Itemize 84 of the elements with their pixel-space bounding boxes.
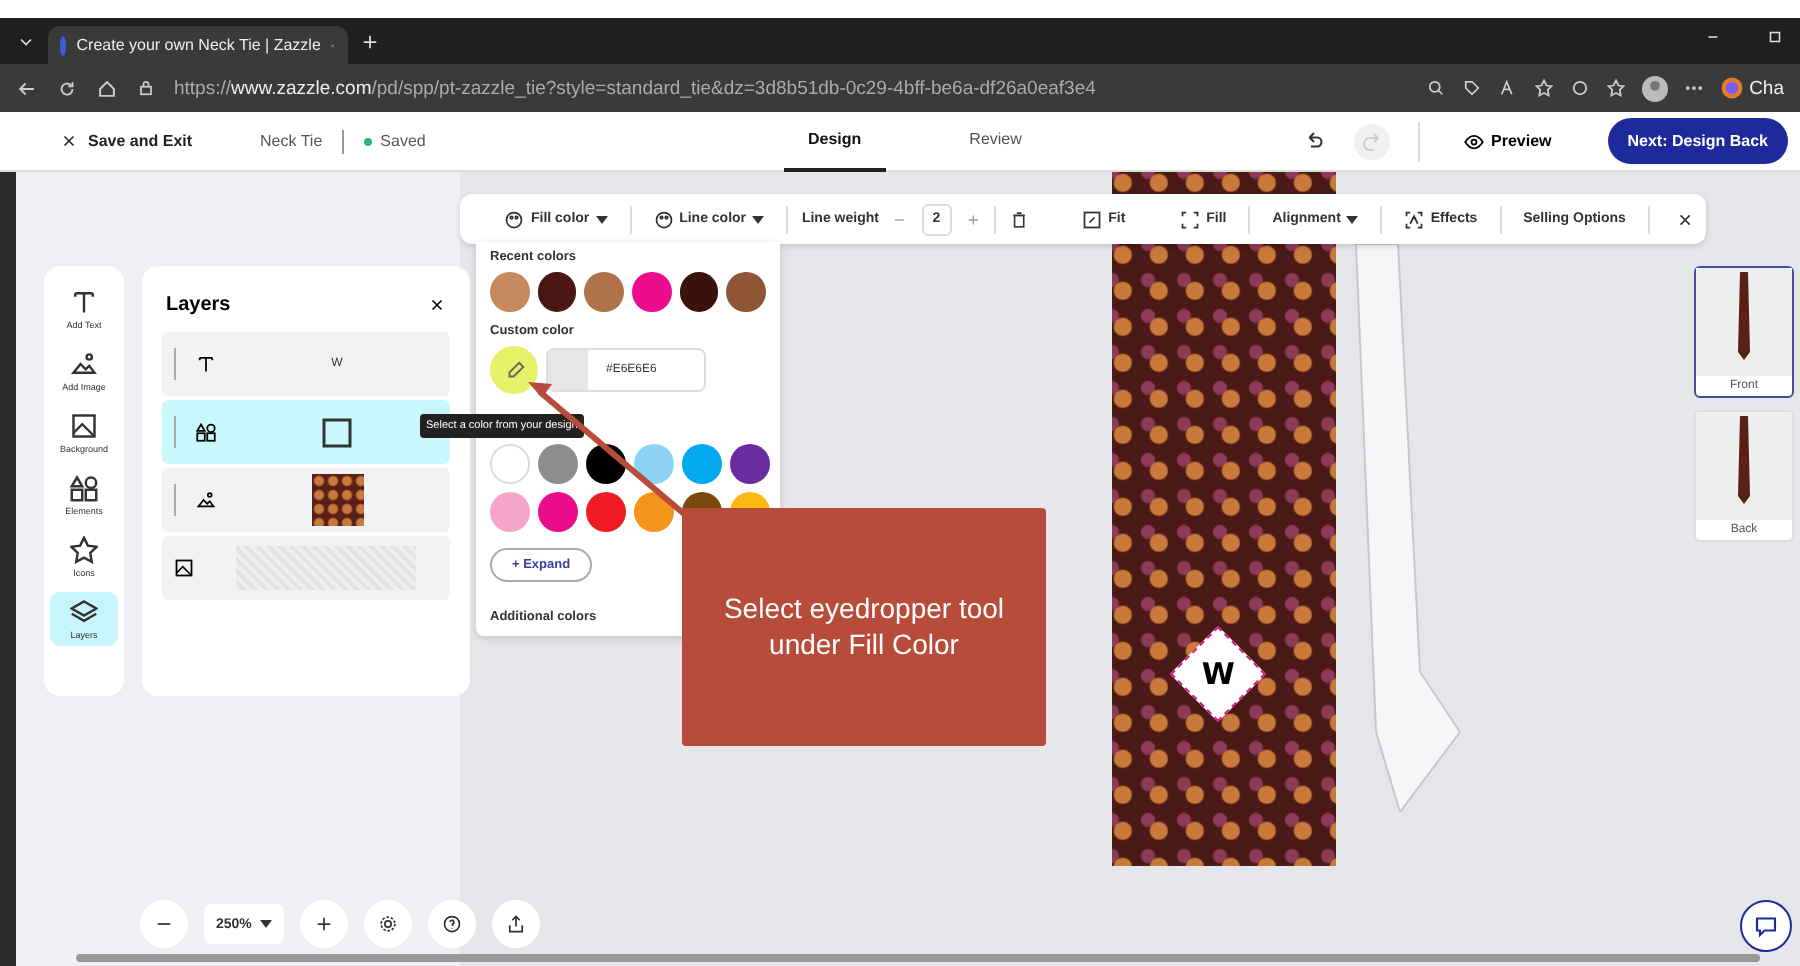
save-status: Saved (380, 132, 426, 150)
color-swatch[interactable] (586, 492, 626, 532)
plus-icon (965, 211, 980, 227)
share-icon (505, 914, 526, 934)
new-tab-icon (360, 31, 380, 51)
color-swatch[interactable] (726, 272, 767, 312)
monogram-letter: W (1201, 656, 1235, 692)
zoom-icon (1425, 78, 1446, 98)
favorites-icon (1605, 78, 1626, 98)
star-icon (70, 536, 98, 564)
color-swatch[interactable] (584, 272, 625, 312)
eyedropper-button[interactable] (490, 346, 538, 394)
tab-title: Create your own Neck Tie | Zazzle (76, 36, 321, 54)
close-icon (60, 132, 78, 150)
color-swatch[interactable] (632, 272, 672, 312)
reload-icon (56, 77, 78, 99)
square-shape-icon (322, 417, 352, 447)
save-and-exit-button[interactable]: Save and Exit (60, 132, 193, 150)
close-icon (1675, 209, 1695, 229)
settings-icon (377, 914, 398, 934)
color-swatch[interactable] (679, 272, 719, 312)
chat-icon (1754, 914, 1778, 938)
layers-title: Layers (166, 294, 231, 316)
monogram-emblem[interactable]: W (1169, 625, 1267, 723)
color-swatch[interactable] (490, 492, 530, 532)
product-name: Neck Tie (260, 132, 323, 150)
fit-icon (1082, 209, 1103, 229)
add-image-icon (70, 350, 98, 378)
color-swatch[interactable] (634, 492, 674, 532)
chat-button[interactable] (1740, 900, 1792, 952)
address-bar-url[interactable]: https://www.zazzle.com/pd/spp/pt-zazzle_tie?style=standard_tie&dz=3d8b51db-0c29-4bff-be6a-df26a0eaf3e4 (174, 77, 1408, 99)
caret-icon (752, 215, 765, 223)
home-icon (96, 77, 118, 99)
color-swatch[interactable] (538, 444, 578, 484)
text-icon (196, 354, 216, 374)
editor-tab[interactable]: Review (945, 111, 1046, 171)
caret-icon (259, 920, 272, 928)
shapes-icon (196, 422, 216, 442)
help-icon (441, 914, 462, 934)
restore-icon (1766, 27, 1784, 45)
caret-icon (1346, 215, 1359, 223)
background-icon (70, 412, 98, 440)
color-swatch[interactable] (634, 444, 674, 484)
lock-icon (136, 78, 156, 98)
pattern-thumbnail (311, 474, 363, 526)
palette-icon (653, 209, 674, 229)
color-swatch[interactable] (682, 444, 722, 484)
tie-icon (1736, 268, 1752, 364)
sidebar-button-label[interactable]: Cha (1749, 77, 1784, 99)
background-icon (174, 558, 194, 578)
add-image-icon (196, 490, 216, 510)
color-swatch[interactable] (490, 444, 530, 484)
preview-button[interactable]: Preview (1417, 121, 1580, 161)
tie-icon (1736, 412, 1752, 508)
instruction-tooltip: Select eyedropper tool under Fill Color (682, 508, 1046, 746)
effects-icon (1404, 209, 1425, 229)
color-swatch[interactable] (537, 272, 577, 312)
close-icon (428, 296, 446, 314)
eye-icon (1463, 131, 1483, 151)
back-icon (16, 77, 38, 99)
site-icon (60, 35, 67, 55)
saved-status-dot (364, 137, 373, 145)
copilot-icon[interactable] (1719, 76, 1744, 100)
extension-icon (1569, 78, 1590, 98)
star-icon (1533, 78, 1554, 98)
eyedropper-icon (503, 359, 525, 381)
browser-tab[interactable]: Create your own Neck Tie | Zazzle (48, 26, 348, 64)
color-swatch[interactable] (538, 492, 578, 532)
layer-row[interactable] (162, 468, 450, 532)
share-button[interactable] (491, 900, 540, 948)
read-aloud-icon (1497, 78, 1518, 98)
plus-icon (313, 914, 334, 934)
color-swatch[interactable] (730, 444, 770, 484)
palette-icon (504, 209, 525, 229)
avatar-icon[interactable] (1641, 75, 1668, 101)
trash-icon (1009, 209, 1028, 229)
fill-icon (1180, 209, 1201, 229)
layers-icon (70, 598, 98, 626)
tag-icon (1461, 78, 1482, 98)
next-design-back-button[interactable]: Next: Design Back (1607, 118, 1788, 164)
text-icon (70, 288, 98, 316)
caret-icon (595, 215, 608, 223)
color-swatch[interactable] (490, 272, 530, 312)
shapes-icon (70, 474, 98, 502)
